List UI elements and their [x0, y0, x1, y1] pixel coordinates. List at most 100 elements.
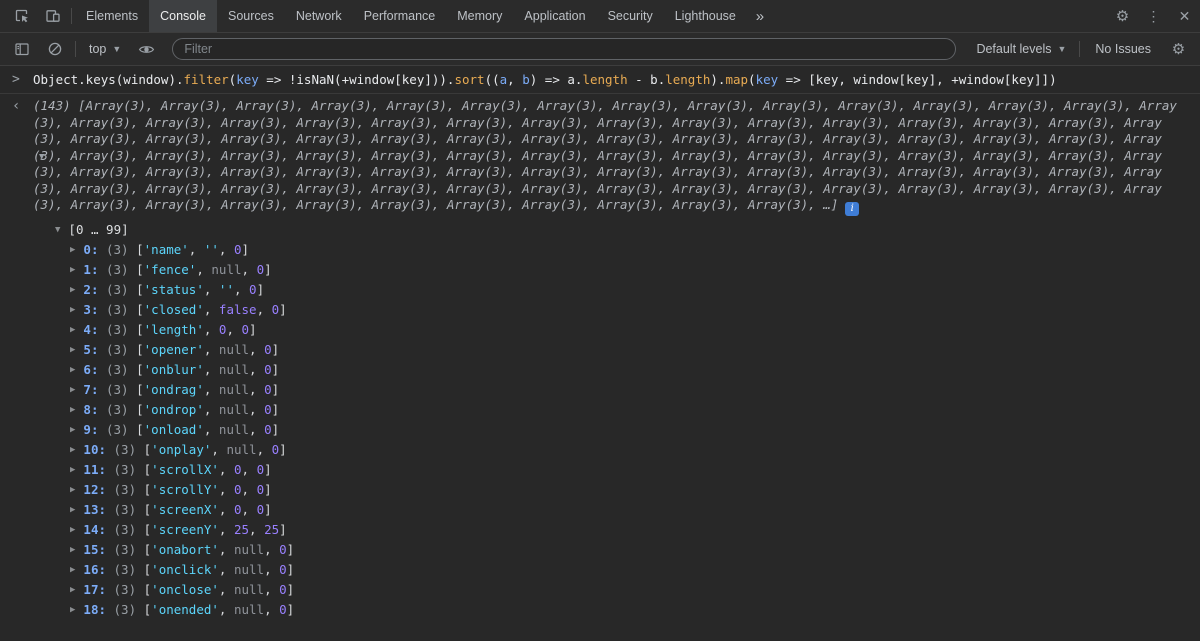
array-preview-items: (143) [Array(3), Array(3), Array(3), Arr… [33, 98, 1177, 212]
array-item-row[interactable]: ▶ 11: (3) ['scrollX', 0, 0] [33, 460, 1196, 480]
array-item-row[interactable]: ▶ 2: (3) ['status', '', 0] [33, 280, 1196, 300]
issues-counter[interactable]: No Issues [1085, 39, 1161, 59]
expand-item-icon[interactable]: ▶ [70, 580, 75, 600]
expand-item-icon[interactable]: ▶ [70, 420, 75, 440]
item-size: (3) [113, 462, 144, 477]
settings-gear-icon[interactable]: ⚙ [1107, 0, 1138, 32]
array-item-row[interactable]: ▶ 15: (3) ['onabort', null, 0] [33, 540, 1196, 560]
expand-item-icon[interactable]: ▶ [70, 560, 75, 580]
bracket: ] [264, 462, 272, 477]
tab-performance[interactable]: Performance [353, 0, 447, 32]
item-value-null: null [233, 542, 265, 557]
array-item-row[interactable]: ▶ 17: (3) ['onclose', null, 0] [33, 580, 1196, 600]
comma: , [203, 402, 219, 417]
item-index: 0: [83, 242, 106, 257]
info-icon[interactable]: i [845, 202, 860, 216]
array-item-row[interactable]: ▶ 4: (3) ['length', 0, 0] [33, 320, 1196, 340]
code-token-plain: ) => a. [529, 72, 583, 87]
expand-item-icon[interactable]: ▶ [70, 460, 75, 480]
expand-item-icon[interactable]: ▶ [70, 600, 75, 620]
tab-application[interactable]: Application [513, 0, 596, 32]
more-tabs-icon[interactable]: » [747, 0, 773, 32]
code-token-prop: map [725, 72, 749, 87]
expand-item-icon[interactable]: ▶ [70, 500, 75, 520]
item-size: (3) [106, 262, 137, 277]
expand-item-icon[interactable]: ▶ [70, 320, 75, 340]
item-value-number: 0 [279, 582, 287, 597]
code-token-plain: ( [748, 72, 756, 87]
array-item-row[interactable]: ▶ 0: (3) ['name', '', 0] [33, 240, 1196, 260]
comma: , [233, 282, 250, 297]
log-levels-selector[interactable]: Default levels ▼ [968, 39, 1074, 59]
device-toolbar-icon[interactable] [37, 0, 68, 32]
collapse-array-icon[interactable]: ▼ [39, 152, 44, 162]
comma: , [203, 422, 219, 437]
comma: , [218, 562, 234, 577]
array-item-row[interactable]: ▶ 13: (3) ['screenX', 0, 0] [33, 500, 1196, 520]
expand-item-icon[interactable]: ▶ [70, 280, 75, 300]
item-index: 3: [83, 302, 106, 317]
bracket: [ [143, 522, 152, 537]
tab-security[interactable]: Security [597, 0, 664, 32]
expand-item-icon[interactable]: ▶ [70, 360, 75, 380]
tab-memory[interactable]: Memory [446, 0, 513, 32]
item-index: 9: [83, 422, 106, 437]
array-item-row[interactable]: ▶ 10: (3) ['onplay', null, 0] [33, 440, 1196, 460]
item-value-number: 25 [233, 522, 250, 537]
array-item-row[interactable]: ▶ 6: (3) ['onblur', null, 0] [33, 360, 1196, 380]
js-context-selector[interactable]: top ▼ [81, 39, 129, 59]
kebab-menu-icon[interactable]: ⋮ [1138, 0, 1169, 32]
expand-item-icon[interactable]: ▶ [70, 540, 75, 560]
toolbar-divider [1079, 41, 1081, 57]
expand-item-icon[interactable]: ▶ [70, 340, 75, 360]
expand-item-icon[interactable]: ▶ [70, 300, 75, 320]
tab-elements[interactable]: Elements [75, 0, 149, 32]
collapse-range-icon[interactable]: ▼ [55, 225, 60, 235]
array-item-row[interactable]: ▶ 1: (3) ['fence', null, 0] [33, 260, 1196, 280]
item-value-number: 0 [271, 442, 280, 457]
comma: , [249, 402, 265, 417]
array-item-row[interactable]: ▶ 12: (3) ['scrollY', 0, 0] [33, 480, 1196, 500]
expand-item-icon[interactable]: ▶ [70, 440, 75, 460]
item-value-string: 'opener' [143, 342, 204, 357]
clear-console-icon[interactable] [39, 41, 70, 57]
array-item-row[interactable]: ▶ 18: (3) ['onended', null, 0] [33, 600, 1196, 620]
array-item-row[interactable]: ▶ 16: (3) ['onclick', null, 0] [33, 560, 1196, 580]
tabbar-divider [71, 8, 72, 24]
item-value-null: null [218, 422, 250, 437]
item-value-string: 'onblur' [143, 362, 204, 377]
filter-input[interactable] [172, 38, 957, 60]
expand-item-icon[interactable]: ▶ [70, 520, 75, 540]
expand-item-icon[interactable]: ▶ [70, 480, 75, 500]
comma: , [203, 382, 219, 397]
code-token-prop: sort [454, 72, 485, 87]
console-settings-gear-icon[interactable]: ⚙ [1163, 40, 1194, 58]
array-item-row[interactable]: ▶ 5: (3) ['opener', null, 0] [33, 340, 1196, 360]
console-sidebar-toggle-icon[interactable] [6, 41, 37, 57]
tab-network[interactable]: Network [285, 0, 353, 32]
item-index: 11: [83, 462, 114, 477]
array-item-row[interactable]: ▶ 8: (3) ['ondrop', null, 0] [33, 400, 1196, 420]
comma: , [264, 582, 280, 597]
expand-item-icon[interactable]: ▶ [70, 260, 75, 280]
live-expression-eye-icon[interactable] [131, 41, 162, 58]
bracket: [ [143, 442, 152, 457]
tab-console[interactable]: Console [149, 0, 217, 32]
array-item-row[interactable]: ▶ 7: (3) ['ondrag', null, 0] [33, 380, 1196, 400]
item-value-string: 'status' [143, 282, 204, 297]
array-item-row[interactable]: ▶ 3: (3) ['closed', false, 0] [33, 300, 1196, 320]
array-item-row[interactable]: ▶ 9: (3) ['onload', null, 0] [33, 420, 1196, 440]
expand-item-icon[interactable]: ▶ [70, 400, 75, 420]
bracket: ] [279, 522, 287, 537]
array-range-group[interactable]: ▼ [0 … 99] [33, 219, 1196, 240]
item-value-null: null [233, 582, 265, 597]
expand-item-icon[interactable]: ▶ [70, 240, 75, 260]
expand-item-icon[interactable]: ▶ [70, 380, 75, 400]
tab-lighthouse[interactable]: Lighthouse [664, 0, 747, 32]
close-devtools-icon[interactable]: ✕ [1169, 0, 1200, 32]
inspect-element-icon[interactable] [6, 0, 37, 32]
item-value-number: 0 [279, 602, 287, 617]
array-item-row[interactable]: ▶ 14: (3) ['screenY', 25, 25] [33, 520, 1196, 540]
tab-sources[interactable]: Sources [217, 0, 285, 32]
array-preview: ▼ (143) [Array(3), Array(3), Array(3), A… [33, 98, 1196, 216]
